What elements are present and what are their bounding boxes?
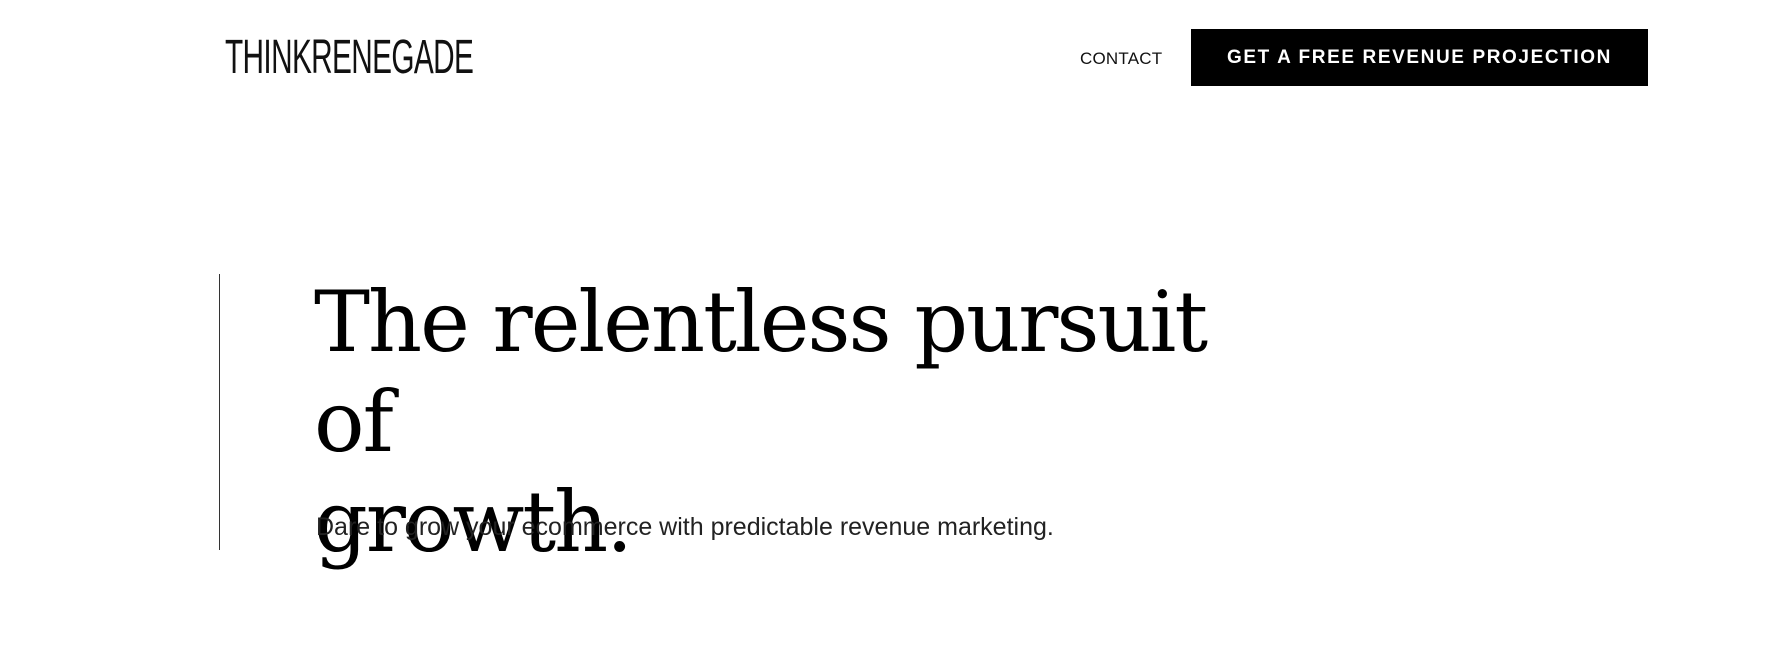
hero-vertical-rule [219, 274, 220, 550]
site-header: THINKRENEGADE CONTACT GET A FREE REVENUE… [0, 0, 1782, 115]
hero-title-line-1: The relentless pursuit of [314, 273, 1208, 471]
nav-contact-link[interactable]: CONTACT [1080, 49, 1162, 69]
hero-subtitle: Dare to grow your ecommerce with predict… [316, 513, 1054, 541]
free-revenue-projection-button[interactable]: GET A FREE REVENUE PROJECTION [1191, 29, 1648, 86]
site-logo[interactable]: THINKRENEGADE [225, 34, 474, 82]
